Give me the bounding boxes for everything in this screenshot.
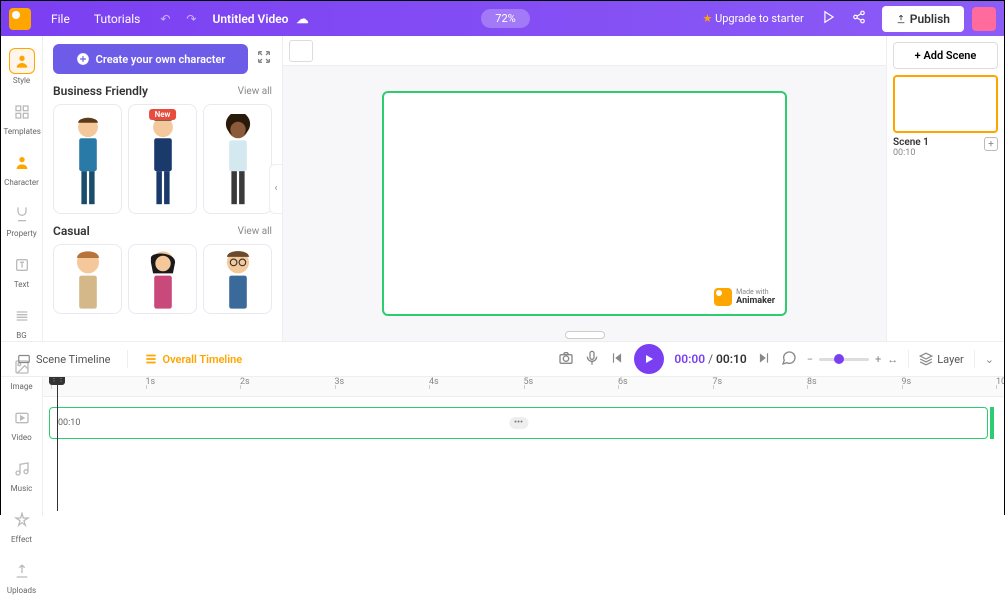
fit-icon[interactable]: ↔ [887, 353, 898, 366]
character-icon [9, 150, 35, 176]
zoom-out-icon[interactable]: − [807, 353, 813, 366]
zoom-level[interactable]: 72% [481, 9, 529, 28]
scene-name: Scene 1 [893, 137, 929, 148]
redo-icon[interactable]: ↷ [178, 12, 204, 26]
character-panel: Create your own character Business Frien… [43, 36, 283, 341]
uploads-icon [9, 558, 35, 584]
layer-dropdown[interactable]: Layer [919, 352, 964, 366]
ruler-tick: 6s [618, 377, 628, 387]
app-logo[interactable] [9, 8, 31, 30]
chevron-down-icon[interactable]: ⌄ [985, 353, 994, 366]
play-button[interactable] [634, 344, 664, 374]
style-icon [9, 48, 35, 74]
character-card[interactable] [53, 244, 122, 314]
top-bar: File Tutorials ↶ ↷ Untitled Video ☁ 72% … [1, 1, 1004, 36]
undo-icon[interactable]: ↶ [152, 12, 178, 26]
animaker-logo-icon [714, 288, 732, 306]
ruler-tick: 9s [902, 377, 912, 387]
section-title: Casual [53, 224, 90, 238]
skip-forward-icon[interactable] [757, 351, 771, 368]
expand-icon[interactable] [256, 49, 272, 69]
clip-grip-icon[interactable]: ••• [509, 417, 528, 429]
collapse-panel-icon[interactable]: ‹ [269, 164, 283, 214]
publish-button[interactable]: Publish [882, 6, 964, 32]
resize-handle-icon[interactable] [565, 331, 605, 339]
create-character-button[interactable]: Create your own character [53, 44, 248, 74]
share-icon[interactable] [844, 10, 874, 27]
timeline-clip[interactable]: 00:10 ••• [49, 407, 988, 439]
view-all-link[interactable]: View all [238, 226, 272, 237]
character-card[interactable] [203, 244, 272, 314]
canvas-area: Made with Animaker [283, 36, 886, 341]
zoom-slider[interactable] [819, 358, 869, 361]
ruler-tick: 2s [240, 377, 250, 387]
ruler-tick: 4s [429, 377, 439, 387]
camera-icon[interactable] [558, 350, 574, 369]
tab-scene-timeline[interactable]: Scene Timeline [11, 348, 117, 370]
time-display: 00:00 / 00:10 [674, 352, 746, 366]
ruler-tick: 8s [807, 377, 817, 387]
scene-duration: 00:10 [893, 148, 929, 158]
skip-back-icon[interactable] [610, 351, 624, 368]
ruler-tick: 10s [996, 377, 1004, 387]
bg-icon [9, 303, 35, 329]
stage[interactable]: Made with Animaker [382, 91, 787, 316]
sidebar-item-text[interactable]: Text [4, 246, 40, 297]
timeline-track[interactable]: ⋮⋮ 0s1s2s3s4s5s6s7s8s9s10s 00:10 ••• [43, 377, 1004, 516]
zoom-in-icon[interactable]: + [875, 353, 881, 366]
sidebar-item-style[interactable]: Style [4, 42, 40, 93]
sidebar-item-property[interactable]: Property [4, 195, 40, 246]
sidebar-item-bg[interactable]: BG [4, 297, 40, 348]
timeline-ruler: ⋮⋮ 0s1s2s3s4s5s6s7s8s9s10s [43, 377, 1004, 397]
add-scene-button[interactable]: + Add Scene [893, 42, 998, 69]
timeline-controls: Scene Timeline Overall Timeline 00:00 / … [1, 341, 1004, 376]
text-icon [9, 252, 35, 278]
comment-icon[interactable] [781, 350, 797, 369]
ruler-tick: 1s [146, 377, 156, 387]
scenes-panel: + Add Scene Scene 1 00:10 + [886, 36, 1004, 341]
sidebar-item-uploads[interactable]: Uploads [4, 552, 40, 603]
character-card[interactable] [203, 104, 272, 214]
mic-icon[interactable] [584, 350, 600, 369]
clip-end-handle[interactable] [990, 407, 994, 439]
playhead[interactable]: ⋮⋮ [49, 377, 65, 385]
character-card[interactable] [53, 104, 122, 214]
upgrade-link[interactable]: ★ Upgrade to starter [702, 12, 803, 25]
canvas-tab[interactable] [289, 40, 313, 62]
section-title: Business Friendly [53, 84, 148, 98]
timeline-area: ⋮⋮ 0s1s2s3s4s5s6s7s8s9s10s 00:10 ••• [1, 376, 1004, 516]
left-sidebar: Style Templates Character Property Text … [1, 36, 43, 341]
project-title[interactable]: Untitled Video [212, 12, 288, 26]
sidebar-item-character[interactable]: Character [4, 144, 40, 195]
sidebar-item-templates[interactable]: Templates [4, 93, 40, 144]
character-card[interactable] [128, 244, 197, 314]
clip-duration: 00:10 [58, 418, 80, 428]
preview-icon[interactable] [814, 10, 844, 27]
menu-tutorials[interactable]: Tutorials [82, 12, 153, 26]
ruler-tick: 7s [713, 377, 723, 387]
user-avatar[interactable] [972, 7, 996, 31]
new-badge: New [149, 109, 177, 120]
scene-thumbnail[interactable] [893, 75, 998, 133]
ruler-tick: 5s [524, 377, 534, 387]
view-all-link[interactable]: View all [238, 86, 272, 97]
main-area: Style Templates Character Property Text … [1, 36, 1004, 341]
tab-overall-timeline[interactable]: Overall Timeline [138, 348, 249, 370]
scene-add-button[interactable]: + [984, 137, 998, 151]
cloud-save-icon[interactable]: ☁ [296, 12, 308, 26]
character-card[interactable]: New [128, 104, 197, 214]
ruler-tick: 3s [335, 377, 345, 387]
menu-file[interactable]: File [39, 12, 82, 26]
templates-icon [9, 99, 35, 125]
watermark: Made with Animaker [714, 288, 775, 306]
canvas-tabs [283, 36, 886, 66]
property-icon [9, 201, 35, 227]
